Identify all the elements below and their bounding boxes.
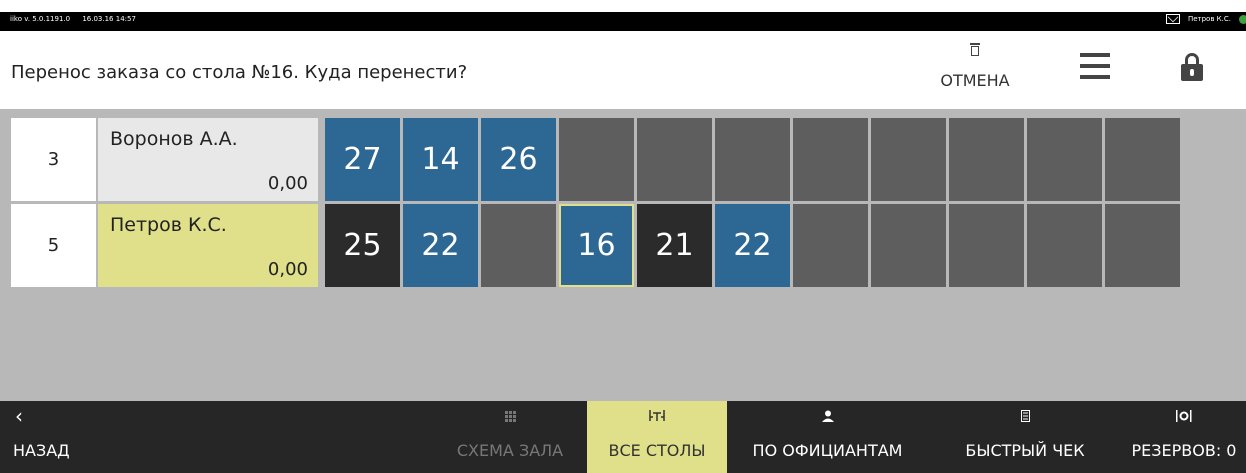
waiter-row: 3 Воронов А.А. 0,00 — [11, 118, 318, 201]
quick-check-button[interactable]: БЫСТРЫЙ ЧЕК — [955, 401, 1095, 473]
page-title: Перенос заказа со стола №16. Куда перене… — [11, 62, 468, 83]
table-14[interactable]: 14 — [403, 118, 478, 201]
waiter-number: 3 — [11, 118, 96, 201]
hall-scheme-button[interactable]: СХЕМА ЗАЛА — [440, 401, 580, 473]
current-user: Петров К.С. — [1187, 15, 1231, 23]
back-label: НАЗАД — [13, 441, 70, 460]
status-left: iiko v. 5.0.1191.0 16.03.16 14:57 — [10, 15, 146, 23]
grid-icon — [440, 401, 580, 431]
table-slot-empty — [1027, 118, 1102, 201]
table-slot-empty — [871, 204, 946, 287]
tables-area: 3 Воронов А.А. 0,00 27 14 26 5 Петров К.С.… — [0, 109, 1246, 401]
mail-icon[interactable] — [1165, 14, 1180, 24]
waiter-info[interactable]: Петров К.С. 0,00 — [98, 204, 318, 287]
online-status-icon — [1239, 14, 1246, 24]
table-slot-empty — [793, 204, 868, 287]
table-27[interactable]: 27 — [325, 118, 400, 201]
chevron-left-icon: ‹ — [15, 404, 23, 428]
waiter-sum: 0,00 — [267, 259, 308, 280]
waiter-icon — [740, 401, 915, 431]
header: Перенос заказа со стола №16. Куда перене… — [0, 31, 1246, 109]
hall-scheme-label: СХЕМА ЗАЛА — [456, 441, 564, 460]
trash-icon — [970, 43, 980, 56]
reserves-button[interactable]: РЕЗЕРВОВ: 0 — [1122, 401, 1246, 473]
datetime-text: 16.03.16 14:57 — [82, 15, 136, 23]
all-tables-button[interactable]: ВСЕ СТОЛЫ — [587, 401, 727, 473]
reserves-label: РЕЗЕРВОВ: 0 — [1131, 441, 1237, 460]
table-slot-empty — [871, 118, 946, 201]
lock-icon[interactable] — [1181, 53, 1203, 81]
waiter-info[interactable]: Воронов А.А. 0,00 — [98, 118, 318, 201]
waiter-number: 5 — [11, 204, 96, 287]
tables-row: 25 22 16 21 22 — [325, 204, 1183, 287]
status-right: Петров К.С. — [1165, 14, 1246, 24]
menu-icon[interactable] — [1080, 53, 1110, 79]
cancel-label: ОТМЕНА — [940, 71, 1010, 90]
table-slot-empty — [1105, 204, 1180, 287]
all-tables-label: ВСЕ СТОЛЫ — [608, 441, 706, 460]
table-22[interactable]: 22 — [715, 204, 790, 287]
bottom-nav: ‹ НАЗАД СХЕМА ЗАЛА ВСЕ СТОЛЫ ПО ОФИЦИАНТ… — [0, 401, 1246, 473]
table-slot-empty — [1105, 118, 1180, 201]
back-button[interactable]: ‹ НАЗАД — [0, 401, 110, 473]
by-waiters-button[interactable]: ПО ОФИЦИАНТАМ — [740, 401, 915, 473]
tables-row: 27 14 26 — [325, 118, 1183, 201]
status-bar: iiko v. 5.0.1191.0 16.03.16 14:57 Петров… — [0, 0, 1246, 31]
version-text: iiko v. 5.0.1191.0 — [10, 15, 71, 23]
table-slot-empty — [637, 118, 712, 201]
table-slot-empty — [559, 118, 634, 201]
table-21[interactable]: 21 — [637, 204, 712, 287]
by-waiters-label: ПО ОФИЦИАНТАМ — [752, 441, 903, 460]
table-slot-empty — [481, 204, 556, 287]
waiter-name: Воронов А.А. — [110, 128, 238, 150]
table-slot-empty — [1027, 204, 1102, 287]
reserve-icon — [1122, 401, 1246, 431]
receipt-icon — [955, 401, 1095, 431]
quick-check-label: БЫСТРЫЙ ЧЕК — [965, 441, 1085, 460]
waiter-sum: 0,00 — [267, 173, 308, 194]
waiter-row: 5 Петров К.С. 0,00 — [11, 204, 318, 287]
table-slot-empty — [949, 118, 1024, 201]
waiter-name: Петров К.С. — [110, 214, 227, 236]
table-slot-empty — [715, 118, 790, 201]
table-25[interactable]: 25 — [325, 204, 400, 287]
table-26[interactable]: 26 — [481, 118, 556, 201]
table-slot-empty — [949, 204, 1024, 287]
cancel-button[interactable]: ОТМЕНА — [930, 43, 1020, 103]
table-16[interactable]: 16 — [559, 204, 634, 287]
tables-icon — [587, 401, 727, 431]
table-22[interactable]: 22 — [403, 204, 478, 287]
table-slot-empty — [793, 118, 868, 201]
